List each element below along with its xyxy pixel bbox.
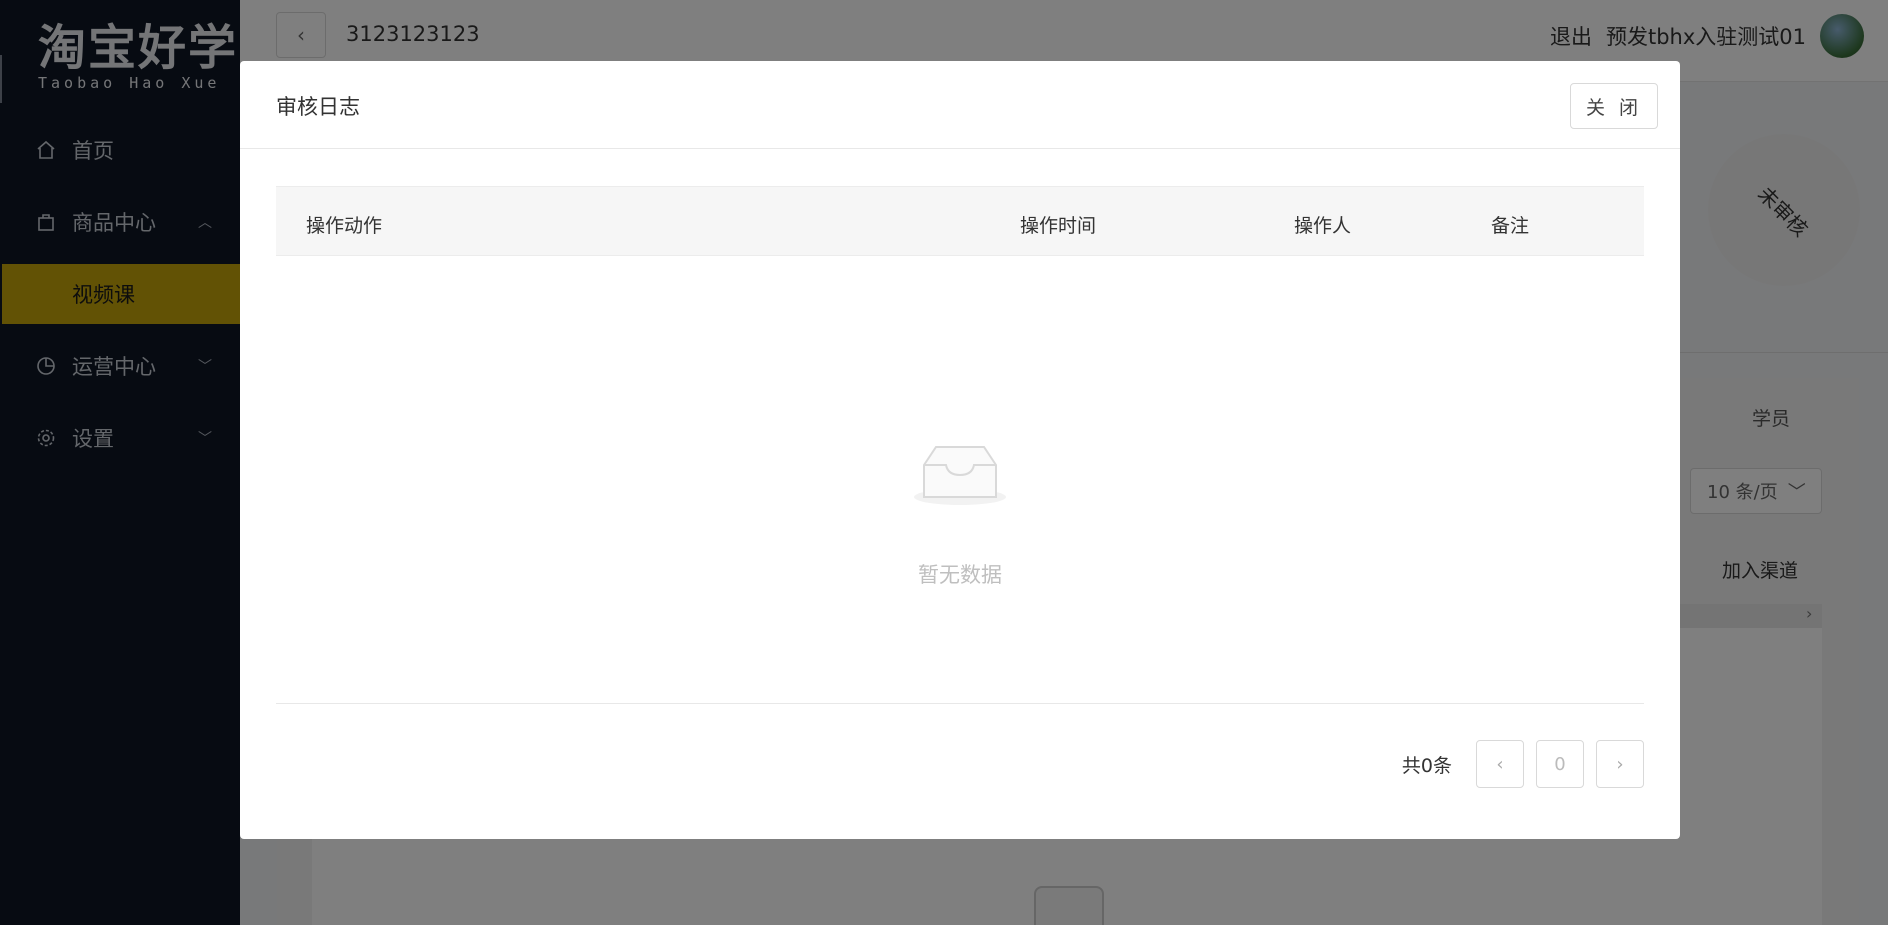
chevron-left-icon: ‹ [1496,753,1504,775]
audit-log-modal: 审核日志 关 闭 操作动作 操作时间 操作人 备注 暂无数据 共0条 ‹ 0 › [240,61,1680,839]
next-page-button[interactable]: › [1596,740,1644,788]
pagination-total: 共0条 [1401,754,1452,777]
empty-state: 暂无数据 [276,256,1644,704]
page-number[interactable]: 0 [1536,740,1584,788]
column-header-operator: 操作人 [1294,215,1352,237]
chevron-right-icon: › [1616,753,1624,775]
column-header-remark: 备注 [1491,215,1530,237]
empty-inbox-icon [910,441,1010,507]
table-header: 操作动作 操作时间 操作人 备注 [276,186,1644,256]
column-header-action: 操作动作 [306,215,383,237]
pagination: 共0条 ‹ 0 › [1402,740,1644,788]
prev-page-button[interactable]: ‹ [1476,740,1524,788]
column-header-time: 操作时间 [1020,215,1097,237]
modal-header: 审核日志 关 闭 [240,61,1680,149]
empty-text: 暂无数据 [918,563,1002,587]
audit-log-table: 操作动作 操作时间 操作人 备注 暂无数据 [276,186,1644,704]
close-button[interactable]: 关 闭 [1570,83,1658,129]
modal-title: 审核日志 [276,95,360,119]
